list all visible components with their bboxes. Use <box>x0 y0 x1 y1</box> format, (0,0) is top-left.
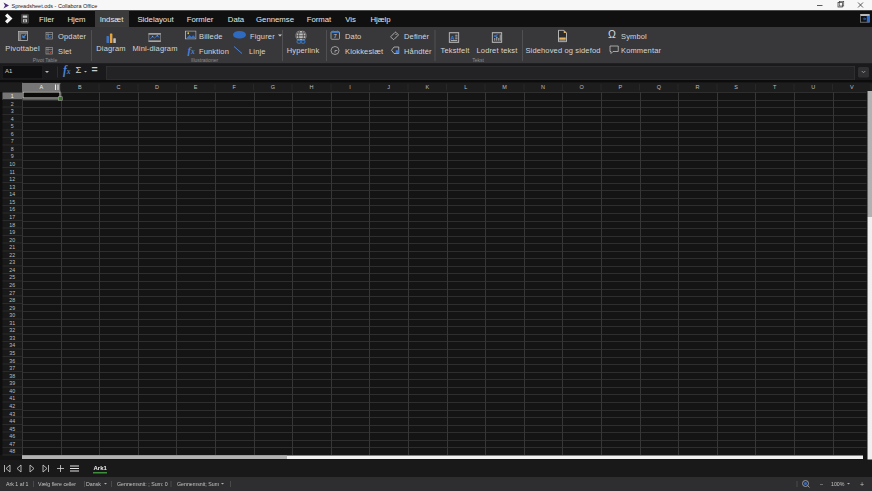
svg-text:A: A <box>450 35 455 41</box>
svg-text:7: 7 <box>334 33 338 39</box>
svg-text:A: A <box>493 34 499 38</box>
